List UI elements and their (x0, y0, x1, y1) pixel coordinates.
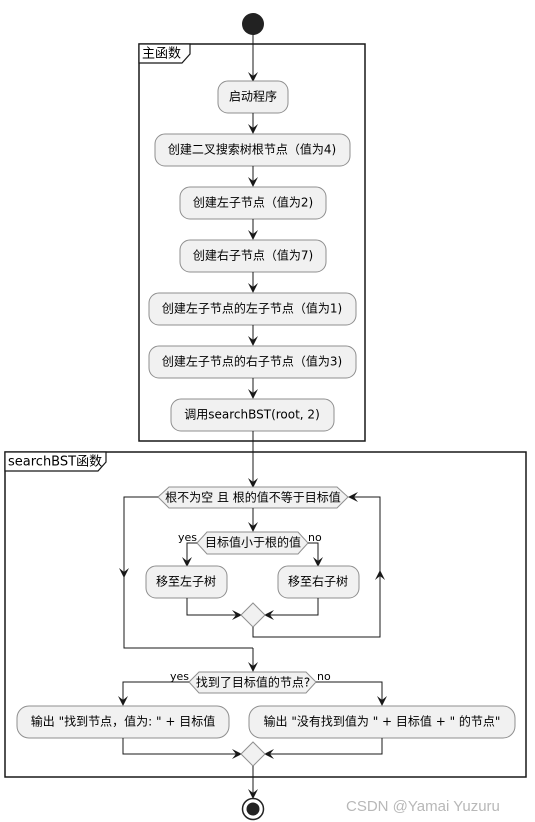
action-label: 创建左子节点的左子节点（值为1) (162, 301, 342, 316)
action-label: 创建二叉搜索树根节点（值为4) (168, 142, 336, 157)
found-yes-label: yes (170, 670, 189, 683)
edge (122, 681, 189, 704)
action-label: 输出 "找到节点，值为: " + 目标值 (31, 714, 215, 729)
activity-diagram: 主函数 启动程序 创建二叉搜索树根节点（值为4) 创建左子节点（值为2) 创建右… (4, 13, 527, 821)
found-no-label: no (317, 670, 331, 683)
merge-diamond (240, 741, 266, 767)
edge (316, 681, 383, 704)
action-label: 移至右子树 (288, 574, 348, 589)
inner-no-label: no (308, 531, 322, 544)
inner-yes-label: yes (178, 531, 197, 544)
edge (265, 738, 383, 755)
loop-condition-label: 根不为空 且 根的值不等于目标值 (165, 490, 341, 505)
watermark: CSDN @Yamai Yuzuru (346, 798, 500, 815)
action-label: 创建右子节点（值为7) (193, 248, 313, 263)
found-condition-label: 找到了目标值的节点? (196, 675, 310, 690)
action-label: 移至左子树 (156, 574, 216, 589)
start-node (242, 13, 264, 35)
inner-condition-label: 目标值小于根的值 (205, 535, 301, 550)
action-label: 调用searchBST(root, 2) (184, 408, 320, 422)
merge-diamond (240, 602, 266, 628)
edge (186, 598, 241, 616)
edge (265, 598, 319, 616)
action-label: 输出 "没有找到值为 " + 目标值 + " 的节点" (264, 714, 501, 729)
action-label: 创建左子节点（值为2) (193, 195, 313, 210)
end-node-inner (246, 802, 260, 816)
main-partition-title: 主函数 (142, 47, 181, 62)
action-label: 启动程序 (229, 89, 277, 104)
action-label: 创建左子节点的右子节点（值为3) (162, 354, 342, 369)
search-partition-title: searchBST函数 (8, 455, 102, 470)
edge (122, 738, 241, 755)
